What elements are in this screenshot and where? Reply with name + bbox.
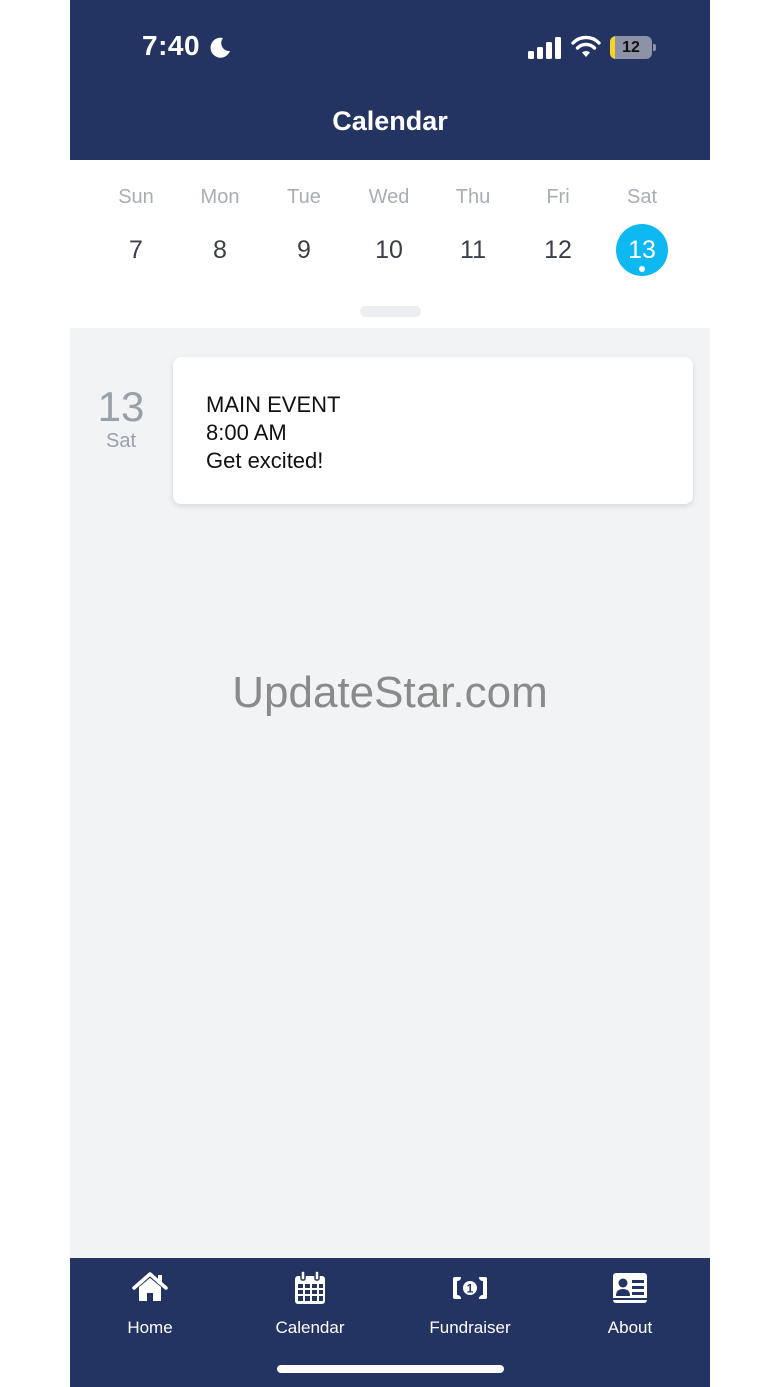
page-title: Calendar [332, 106, 448, 136]
home-icon [132, 1272, 168, 1301]
event-description: Get excited! [206, 448, 324, 473]
event-time: 8:00 AM [206, 420, 287, 445]
status-time: 7:40 [142, 30, 201, 61]
day-sun[interactable]: Sun 7 [94, 160, 178, 290]
agenda-date-day: Sat [105, 430, 137, 452]
watermark: UpdateStar.com [232, 668, 548, 717]
tab-calendar[interactable]: Calendar [230, 1270, 390, 1350]
day-name: Sun [118, 186, 154, 208]
day-mon[interactable]: Mon 8 [178, 160, 262, 290]
day-sat[interactable]: Sat 13 [600, 160, 684, 290]
cellular-signal-icon [528, 37, 561, 59]
day-name: Mon [200, 186, 240, 208]
header: 7:40 12 Calendar [70, 0, 710, 160]
day-number[interactable]: 10 [363, 224, 415, 276]
wifi-icon [571, 35, 601, 57]
day-number[interactable]: 7 [110, 224, 162, 276]
dollar-bill-icon: 1 [453, 1277, 487, 1299]
svg-text:1: 1 [467, 1282, 474, 1296]
week-strip: Sun 7 Mon 8 Tue 9 Wed 10 Thu 11 Fri 12 S… [70, 160, 710, 328]
agenda-date: 13 Sat [88, 384, 154, 453]
day-name: Fri [546, 186, 570, 208]
tab-about[interactable]: About [550, 1270, 710, 1350]
event-title: MAIN EVENT [206, 392, 341, 417]
calendar-icon [295, 1270, 325, 1304]
moon-icon [210, 37, 230, 58]
event-card[interactable]: MAIN EVENT 8:00 AM Get excited! [173, 357, 693, 504]
day-number[interactable]: 8 [194, 224, 246, 276]
agenda-date-number: 13 [97, 383, 145, 430]
tab-label: About [607, 1318, 653, 1337]
drag-handle[interactable] [360, 306, 421, 317]
tab-home[interactable]: Home [70, 1270, 230, 1350]
status-bar: 7:40 12 [70, 0, 710, 95]
day-name: Sat [626, 186, 658, 208]
day-name: Wed [368, 186, 410, 208]
home-indicator[interactable] [277, 1365, 504, 1373]
tab-label: Calendar [275, 1318, 345, 1337]
day-number[interactable]: 11 [447, 224, 499, 276]
day-number[interactable]: 9 [278, 224, 330, 276]
day-thu[interactable]: Thu 11 [431, 160, 515, 290]
tab-label: Fundraiser [429, 1318, 511, 1337]
day-number[interactable]: 12 [532, 224, 584, 276]
event-indicator-dot [639, 266, 645, 272]
battery-level: 12 [622, 39, 640, 56]
day-name: Tue [287, 186, 321, 208]
agenda-list: 13 Sat MAIN EVENT 8:00 AM Get excited! U… [70, 328, 710, 1258]
day-wed[interactable]: Wed 10 [347, 160, 431, 290]
tab-label: Home [127, 1318, 173, 1337]
phone-screen: 7:40 12 Calendar Sun 7 Mon 8 Tue 9 Wed 1… [70, 0, 710, 1387]
day-tue[interactable]: Tue 9 [262, 160, 346, 290]
contact-card-icon [613, 1273, 647, 1303]
battery-icon: 12 [610, 36, 656, 59]
day-name: Thu [455, 186, 491, 208]
day-fri[interactable]: Fri 12 [516, 160, 600, 290]
tab-fundraiser[interactable]: 1 Fundraiser [390, 1270, 550, 1350]
